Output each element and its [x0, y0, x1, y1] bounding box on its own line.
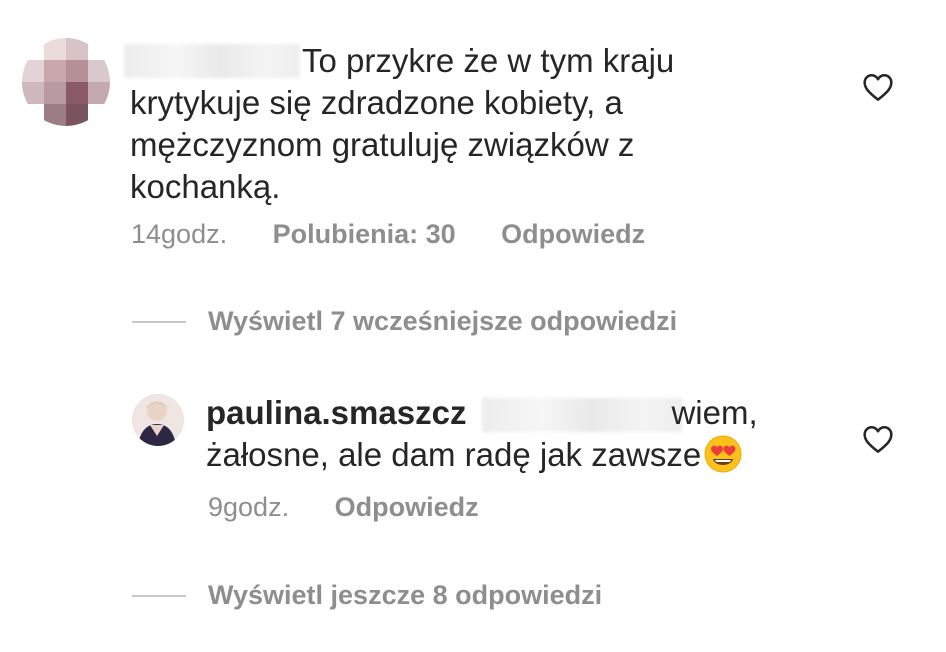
divider-line: [132, 320, 186, 323]
reply-text: paulina.smaszcz wiem, żałosne, ale dam ra…: [206, 392, 806, 476]
divider-line: [132, 594, 186, 597]
comment-time: 14godz.: [131, 219, 228, 249]
reply-time: 9godz.: [208, 492, 290, 522]
view-earlier-replies-label: Wyświetl 7 wcześniejsze odpowiedzi: [208, 306, 678, 336]
heart-outline-icon[interactable]: [862, 424, 894, 454]
reply-meta: 9godz. Odpowiedz: [208, 492, 479, 523]
comment-text-rest: krytykuje się zdradzone kobiety, a mężcz…: [130, 84, 635, 205]
view-more-replies-label: Wyświetl jeszcze 8 odpowiedzi: [208, 580, 603, 610]
comment-reply-button[interactable]: Odpowiedz: [501, 219, 645, 249]
reply-reply-button[interactable]: Odpowiedz: [335, 492, 479, 522]
reply-avatar[interactable]: [132, 394, 184, 446]
reply-text-line2: żałosne, ale dam radę jak zawsze: [206, 436, 702, 473]
reply-text-line1: wiem,: [671, 394, 758, 431]
comment-text: To przykre że w tym kraju krytykuje się …: [130, 40, 770, 208]
avatar-photo: [132, 394, 184, 446]
comment-likes-count[interactable]: Polubienia: 30: [273, 219, 456, 249]
view-more-replies-button[interactable]: Wyświetl jeszcze 8 odpowiedzi: [132, 580, 602, 611]
heart-outline-icon[interactable]: [862, 72, 894, 102]
comment-text-line1: To przykre że w tym kraju: [302, 42, 675, 79]
comment-meta: 14godz. Polubienia: 30 Odpowiedz: [131, 219, 645, 250]
reply-username[interactable]: paulina.smaszcz: [206, 394, 466, 431]
view-earlier-replies-button[interactable]: Wyświetl 7 wcześniejsze odpowiedzi: [132, 306, 677, 337]
commenter-avatar[interactable]: [22, 38, 110, 126]
heart-eyes-emoji-icon: [704, 435, 742, 473]
